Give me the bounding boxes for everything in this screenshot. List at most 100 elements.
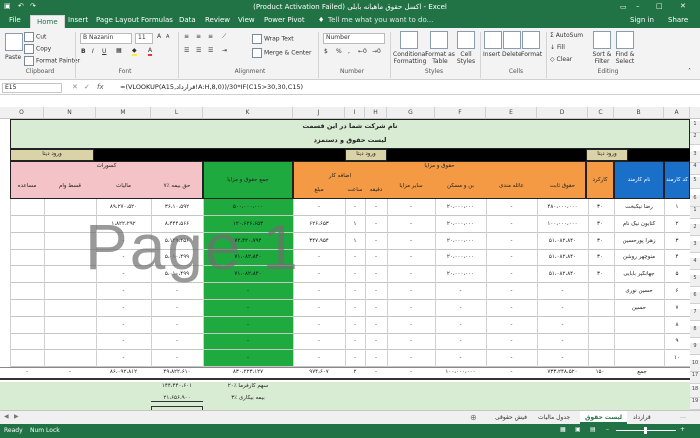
more-sheets-icon[interactable]: … <box>680 413 686 420</box>
cell-name[interactable]: کتایون نیک نام <box>614 221 664 227</box>
cell-hour[interactable]: - <box>345 305 365 311</box>
format-as-table-button[interactable]: Format as Table <box>425 51 455 65</box>
share-button[interactable]: Share <box>668 16 688 24</box>
cell-base[interactable]: ۵۱،۰۸۲،۸۴۰ <box>537 238 588 244</box>
row-header[interactable]: 3 <box>690 241 700 253</box>
zoom-in-icon[interactable]: + <box>680 426 685 433</box>
row-header[interactable]: 3 <box>690 151 700 163</box>
font-color-icon[interactable]: A <box>148 47 153 56</box>
tab-page-layout[interactable]: Page Layout <box>96 16 139 24</box>
cell-styles-icon[interactable] <box>457 31 475 49</box>
column-header-O[interactable]: O <box>0 107 44 119</box>
cell-housing[interactable]: ۲۰،۰۰۰،۰۰۰ <box>435 204 486 210</box>
cell-minute[interactable]: - <box>365 355 387 361</box>
cell-insurance[interactable]: - <box>151 355 203 361</box>
tab-review[interactable]: Review <box>205 16 230 24</box>
grow-font-button[interactable]: A <box>157 33 161 40</box>
cell-total[interactable]: - <box>203 322 293 328</box>
insert-cells-icon[interactable] <box>484 31 502 49</box>
cell-amount[interactable]: - <box>293 322 345 328</box>
cell-housing[interactable]: - <box>435 338 486 344</box>
cell-housing[interactable]: - <box>435 288 486 294</box>
find-select-button[interactable]: Find & Select <box>612 51 638 65</box>
tab-home[interactable]: Home <box>30 15 65 28</box>
page-break-view-icon[interactable]: ▤ <box>590 426 596 433</box>
cell-minute[interactable]: - <box>365 338 387 344</box>
cancel-icon[interactable]: ✕ <box>72 83 78 91</box>
maximize-icon[interactable]: □ <box>656 2 663 10</box>
conditional-formatting-icon[interactable] <box>400 31 418 49</box>
sheet-tab-payslip[interactable]: فیش حقوقی <box>490 411 532 424</box>
increase-decimal-icon[interactable]: ←0 <box>358 48 367 55</box>
cell-code[interactable]: ۱ <box>664 204 690 210</box>
format-cells-button[interactable]: Format <box>521 51 542 58</box>
row-header[interactable]: 2 <box>690 224 700 236</box>
cell-amount[interactable]: - <box>293 338 345 344</box>
cell-amount[interactable]: - <box>293 355 345 361</box>
cell-family[interactable]: - <box>486 305 537 311</box>
sign-in-link[interactable]: Sign in <box>630 16 654 24</box>
align-right-icon[interactable]: ☰ <box>208 47 213 54</box>
comma-button[interactable]: , <box>348 48 350 55</box>
cell-base[interactable]: ۱۰۰،۰۰۰،۰۰۰ <box>537 221 588 227</box>
cell-days[interactable]: ۳۰ <box>586 221 614 227</box>
tell-me-input[interactable]: Tell me what you want to do... <box>328 16 433 24</box>
insert-cells-button[interactable]: Insert <box>483 51 500 58</box>
cell-hour[interactable]: - <box>345 338 365 344</box>
column-header-K[interactable]: K <box>203 107 293 119</box>
cell-other[interactable]: - <box>387 288 435 294</box>
cell-housing[interactable]: - <box>435 322 486 328</box>
cell-days[interactable]: ۳۰ <box>586 254 614 260</box>
italic-button[interactable]: I <box>92 48 94 55</box>
cell-amount[interactable]: - <box>293 271 345 277</box>
cell-housing[interactable]: - <box>435 305 486 311</box>
conditional-formatting-button[interactable]: Conditional Formatting <box>393 51 427 65</box>
scroll-right-icon[interactable]: ▶ <box>14 413 19 420</box>
cell-hour[interactable]: ۱ <box>345 238 365 244</box>
cell-insurance[interactable]: - <box>151 305 203 311</box>
column-header-D[interactable]: D <box>537 107 588 119</box>
sheet-tab-payroll[interactable]: لیست حقوق <box>580 411 628 424</box>
cell-code[interactable]: ۶ <box>664 288 690 294</box>
font-name-select[interactable]: B Nazanin <box>80 33 132 44</box>
row-header[interactable]: 10 <box>690 360 700 372</box>
delete-cells-button[interactable]: Delete <box>502 51 522 58</box>
cell-base[interactable]: - <box>537 288 588 294</box>
cell-tax[interactable]: - <box>96 322 151 328</box>
cell-amount[interactable]: ۶۲۶،۶۵۳ <box>293 221 345 227</box>
column-header-B[interactable]: B <box>614 107 664 119</box>
row-header[interactable]: 9 <box>690 343 700 355</box>
row-header[interactable]: 5 <box>690 275 700 287</box>
column-header-F[interactable]: F <box>435 107 486 119</box>
find-select-icon[interactable] <box>616 31 634 49</box>
sheet-tab-tax-table[interactable]: جدول مالیات <box>533 411 575 424</box>
collapse-ribbon-icon[interactable]: ˄ <box>688 68 691 75</box>
cell-total[interactable]: - <box>203 355 293 361</box>
cell-tax[interactable]: - <box>96 305 151 311</box>
tab-data[interactable]: Data <box>179 16 196 24</box>
scroll-left-icon[interactable]: ◀ <box>4 413 9 420</box>
name-box[interactable]: E15 <box>2 83 62 93</box>
row-header[interactable]: 8 <box>690 326 700 338</box>
column-header-M[interactable]: M <box>96 107 151 119</box>
cell-code[interactable]: ۸ <box>664 322 690 328</box>
column-header-I[interactable]: I <box>345 107 365 119</box>
column-header-J[interactable]: J <box>293 107 345 119</box>
cell-code[interactable]: ۳ <box>664 238 690 244</box>
cell-hour[interactable]: - <box>345 322 365 328</box>
zoom-out-icon[interactable]: – <box>606 426 609 433</box>
cell-other[interactable]: - <box>387 338 435 344</box>
cell-amount[interactable]: - <box>293 254 345 260</box>
cell-family[interactable]: - <box>486 254 537 260</box>
tab-insert[interactable]: Insert <box>68 16 88 24</box>
cell-hour[interactable]: - <box>345 204 365 210</box>
indent-icon[interactable]: ⇥ <box>222 47 227 54</box>
cell-other[interactable]: - <box>387 322 435 328</box>
copy-button[interactable]: Copy <box>24 44 51 54</box>
cell-base[interactable]: - <box>537 338 588 344</box>
paste-button[interactable]: Paste <box>5 54 21 61</box>
row-header[interactable]: 6 <box>690 195 700 207</box>
cell-tax[interactable]: - <box>96 288 151 294</box>
row-header[interactable]: 2 <box>690 133 700 145</box>
cell-name[interactable]: زهرا پورحسین <box>614 238 664 244</box>
